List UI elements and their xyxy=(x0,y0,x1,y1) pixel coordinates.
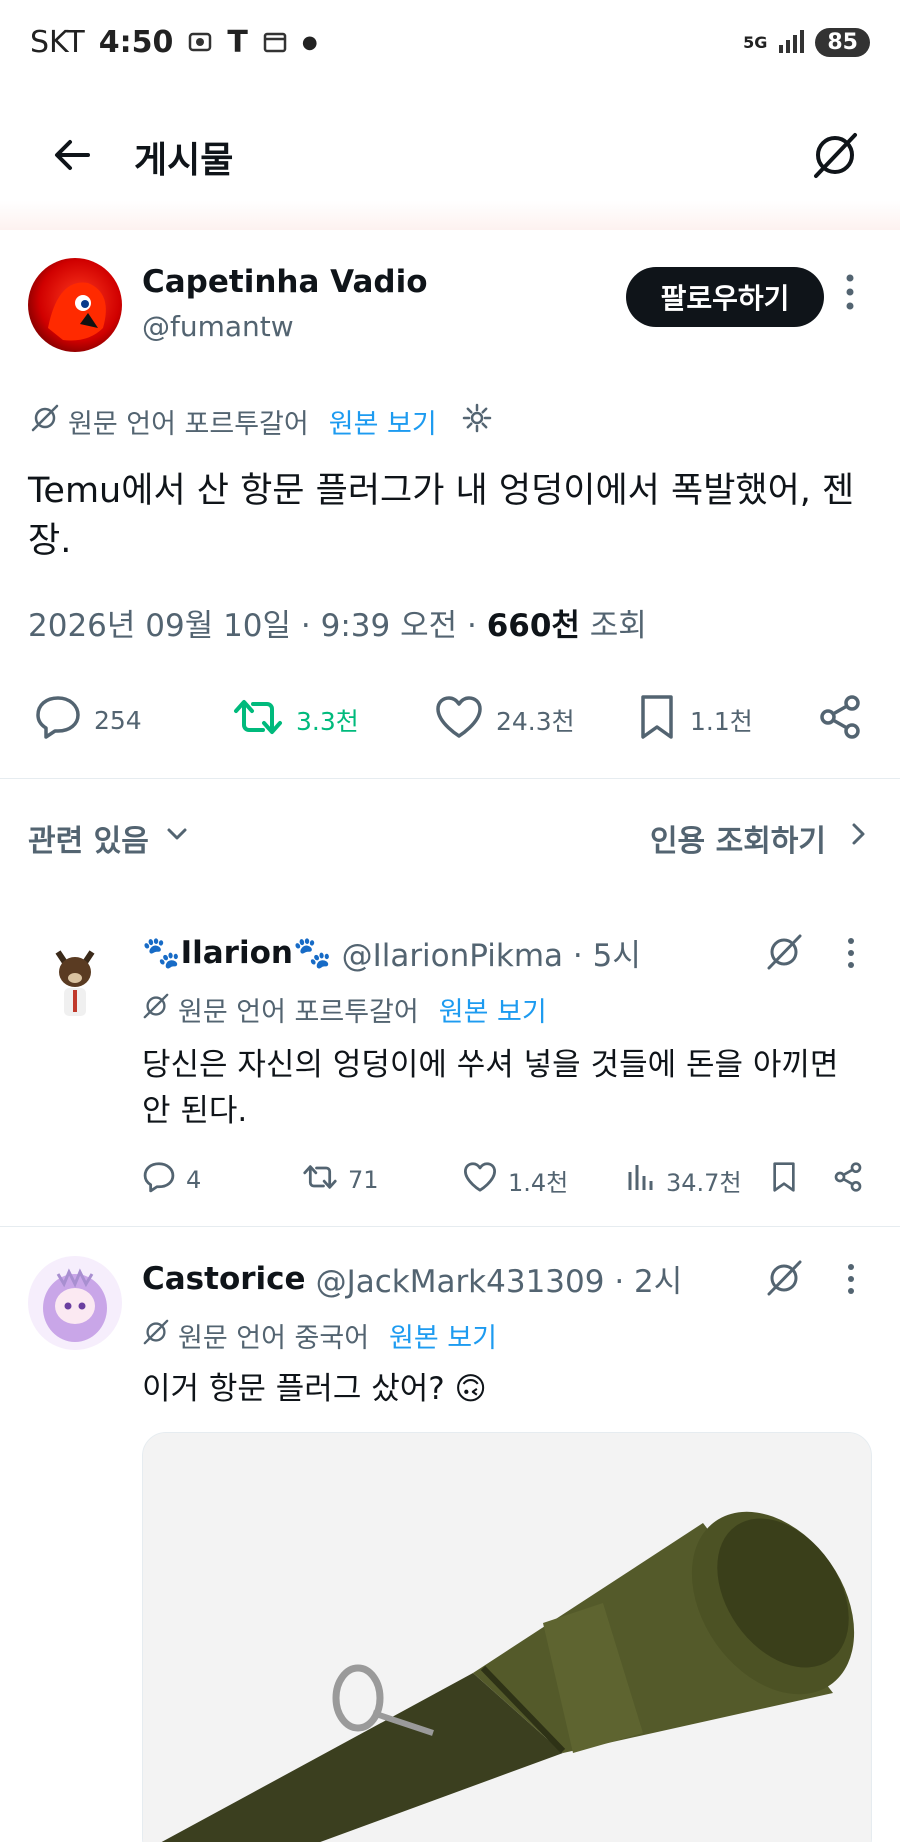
view-original-link[interactable]: 원본 보기 xyxy=(439,990,547,1029)
reply-icon xyxy=(142,1161,176,1199)
repost-button[interactable]: 3.3천 xyxy=(232,680,359,760)
battery-level: 85 xyxy=(815,27,870,57)
reply-author-handle[interactable]: @JackMark431309 · 2시 xyxy=(316,1256,683,1301)
translation-label: 원문 언어 포르투갈어 xyxy=(68,409,309,440)
bookmark-button[interactable]: 1.1천 xyxy=(636,680,753,760)
heart-icon xyxy=(462,1161,498,1199)
view-original-link[interactable]: 원본 보기 xyxy=(329,402,437,441)
view-count: 660천 xyxy=(486,608,580,644)
reply-author-handle[interactable]: @IlarionPikma · 5시 xyxy=(342,930,641,975)
bookmark-icon xyxy=(770,1161,798,1199)
bookmark-icon xyxy=(636,693,678,747)
like-count: 1.4천 xyxy=(508,1168,569,1197)
reply-header: Castorice @JackMark431309 · 2시 xyxy=(142,1256,682,1301)
divider xyxy=(0,1226,900,1227)
reply-text: 이거 항문 플러그 샀어? 🙃 xyxy=(142,1371,487,1407)
post-meta: 2026년 09월 10일 · 9:39 오전 · 660천 조회 xyxy=(28,600,647,645)
like-count: 24.3천 xyxy=(496,707,575,736)
translate-icon xyxy=(142,1318,170,1353)
repost-button[interactable]: 71 xyxy=(302,1160,379,1200)
post-actions: 254 3.3천 24.3천 1.1천 xyxy=(0,680,900,760)
post-text: Temu에서 산 항문 플러그가 내 엉덩이에서 폭발했어, 젠장. xyxy=(28,471,855,561)
share-icon xyxy=(832,1161,864,1199)
share-icon xyxy=(816,693,864,747)
grok-icon[interactable] xyxy=(810,130,860,184)
grok-icon[interactable] xyxy=(764,932,804,976)
reply-media-image[interactable] xyxy=(142,1432,872,1842)
quotes-label: 인용 조회하기 xyxy=(649,824,826,859)
repost-icon xyxy=(232,695,284,745)
reply-count: 254 xyxy=(94,705,142,735)
heart-icon xyxy=(434,694,484,746)
chevron-down-icon xyxy=(163,820,191,856)
more-options-icon[interactable] xyxy=(846,936,856,974)
network-label: 5G xyxy=(743,32,768,52)
view-original-link[interactable]: 원본 보기 xyxy=(389,1316,497,1355)
gear-icon[interactable] xyxy=(461,402,493,441)
signal-icon xyxy=(777,29,805,55)
translate-icon xyxy=(30,403,60,440)
more-options-icon[interactable] xyxy=(846,1262,856,1300)
repost-count: 71 xyxy=(348,1166,379,1194)
translation-info: 원문 언어 중국어 원본 보기 xyxy=(142,1316,497,1355)
reply-icon xyxy=(34,694,82,746)
translation-label: 원문 언어 포르투갈어 xyxy=(178,997,419,1028)
reply-button[interactable]: 254 xyxy=(34,680,142,760)
t-app-icon: T xyxy=(227,24,248,60)
reply-button[interactable]: 4 xyxy=(142,1160,201,1200)
screenshot-icon xyxy=(187,29,213,55)
post-author: Capetinha Vadio @fumantw 팔로우하기 xyxy=(28,258,878,358)
calendar-icon xyxy=(262,29,288,55)
avatar[interactable] xyxy=(28,930,122,1024)
top-bar: 게시물 xyxy=(0,84,900,230)
author-name[interactable]: Capetinha Vadio xyxy=(142,264,428,300)
page-title: 게시물 xyxy=(134,140,234,181)
clock: 4:50 xyxy=(98,24,174,60)
reply-count: 4 xyxy=(186,1166,202,1194)
related-sort-dropdown[interactable]: 관련 있음 xyxy=(28,816,191,860)
more-options-icon[interactable] xyxy=(844,272,856,316)
related-bar: 관련 있음 인용 조회하기 xyxy=(0,780,900,898)
view-count: 34.7천 xyxy=(666,1168,742,1197)
post-date[interactable]: 2026년 09월 10일 · 9:39 오전 · xyxy=(28,608,487,644)
avatar[interactable] xyxy=(28,1256,122,1350)
bookmark-button[interactable] xyxy=(770,1160,798,1200)
reply-text: 당신은 자신의 엉덩이에 쑤셔 넣을 것들에 돈을 아끼면 안 된다. xyxy=(142,1047,839,1129)
like-button[interactable]: 1.4천 xyxy=(462,1160,568,1200)
reply-header: 🐾Ilarion🐾 @IlarionPikma · 5시 xyxy=(142,930,641,975)
views-chart-icon xyxy=(626,1162,656,1198)
view-label: 조회 xyxy=(579,608,647,644)
share-button[interactable] xyxy=(816,680,864,760)
bookmark-count: 1.1천 xyxy=(690,707,753,736)
translation-info: 원문 언어 포르투갈어 원본 보기 xyxy=(30,402,493,441)
like-button[interactable]: 24.3천 xyxy=(434,680,575,760)
grok-icon[interactable] xyxy=(764,1258,804,1302)
status-bar: SKT 4:50 T ● 5G 85 xyxy=(0,0,900,84)
back-arrow-icon[interactable] xyxy=(50,133,94,181)
view-quotes-link[interactable]: 인용 조회하기 xyxy=(650,816,870,860)
share-button[interactable] xyxy=(832,1160,864,1200)
translate-icon xyxy=(142,992,170,1027)
related-label: 관련 있음 xyxy=(28,824,149,859)
views-button[interactable]: 34.7천 xyxy=(626,1160,742,1200)
notification-dot-icon: ● xyxy=(301,31,318,53)
divider xyxy=(0,778,900,779)
avatar[interactable] xyxy=(28,258,122,352)
reply-author-name[interactable]: 🐾Ilarion🐾 xyxy=(142,934,332,971)
reply-author-name[interactable]: Castorice xyxy=(142,1261,306,1297)
chevron-right-icon xyxy=(846,820,870,856)
carrier-label: SKT xyxy=(30,24,85,60)
repost-count: 3.3천 xyxy=(296,707,359,736)
translation-info: 원문 언어 포르투갈어 원본 보기 xyxy=(142,990,547,1029)
follow-button[interactable]: 팔로우하기 xyxy=(626,267,824,327)
translation-label: 원문 언어 중국어 xyxy=(178,1323,370,1354)
repost-icon xyxy=(302,1161,338,1199)
author-handle[interactable]: @fumantw xyxy=(142,310,294,343)
